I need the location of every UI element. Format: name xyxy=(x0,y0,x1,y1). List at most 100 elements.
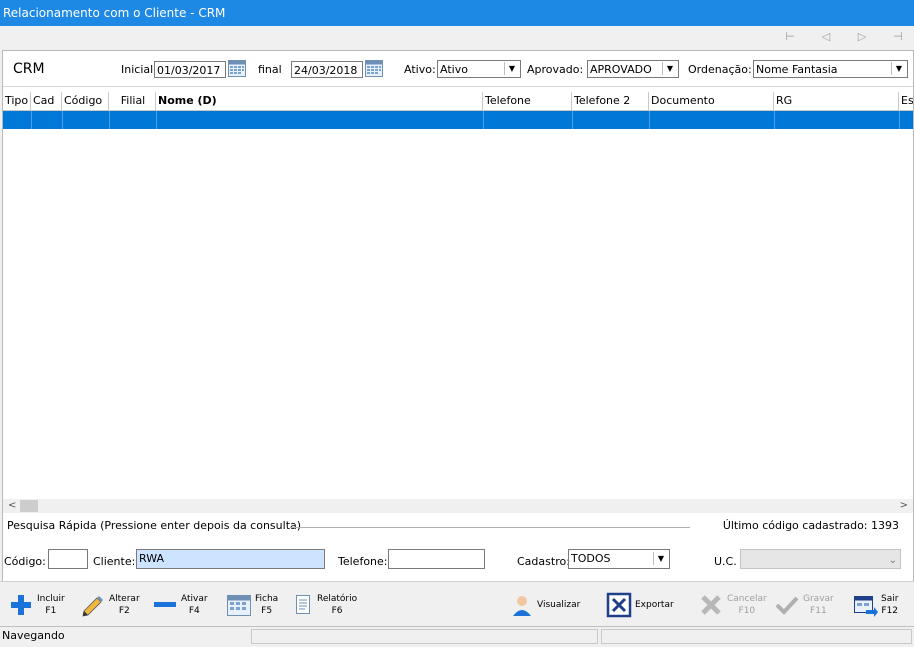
cliente-input[interactable]: RWA xyxy=(136,549,325,569)
column-header-telefone[interactable]: Telefone xyxy=(483,92,572,110)
aprovado-select[interactable]: APROVADO ▼ xyxy=(587,60,679,78)
check-icon xyxy=(774,592,800,618)
chevron-down-icon[interactable]: ⌄ xyxy=(889,552,897,569)
exit-icon xyxy=(852,592,878,618)
gravar-button[interactable]: Gravar F11 xyxy=(774,587,834,623)
cancelar-shortcut: F10 xyxy=(738,606,756,616)
quick-search-title: Pesquisa Rápida (Pressione enter depois … xyxy=(7,519,302,532)
column-header-rg[interactable]: RG xyxy=(774,92,899,110)
aprovado-select-value: APROVADO xyxy=(590,63,652,76)
next-record-icon[interactable]: ▷ xyxy=(854,30,870,44)
visualizar-button[interactable]: Visualizar xyxy=(510,587,580,623)
ativo-select[interactable]: Ativo ▼ xyxy=(437,60,521,78)
status-text: Navegando xyxy=(2,629,65,642)
telefone-label: Telefone: xyxy=(338,555,388,568)
codigo-input[interactable] xyxy=(48,549,88,569)
last-record-icon[interactable]: ⊣ xyxy=(890,30,906,44)
ficha-shortcut: F5 xyxy=(261,606,273,616)
pencil-icon xyxy=(80,592,106,618)
status-bar: Navegando xyxy=(0,626,914,647)
inicial-label: Inicial xyxy=(121,63,154,76)
chevron-down-icon[interactable]: ▼ xyxy=(504,62,519,75)
horizontal-scrollbar[interactable]: < > xyxy=(3,499,913,513)
inicial-date-input[interactable]: 01/03/2017 xyxy=(154,61,226,78)
column-header-documento[interactable]: Documento xyxy=(649,92,774,110)
plus-icon xyxy=(8,592,34,618)
grid-icon xyxy=(226,592,252,618)
column-header-filial[interactable]: Filial xyxy=(109,92,156,110)
ficha-label: Ficha xyxy=(255,594,279,604)
window-titlebar: Relacionamento com o Cliente - CRM xyxy=(0,0,914,26)
crm-panel: CRM Inicial 01/03/2017 final 24/03/2018 … xyxy=(2,50,914,600)
table-row[interactable] xyxy=(3,111,913,129)
column-header-tipo[interactable]: Tipo xyxy=(3,92,31,110)
relatorio-button[interactable]: Relatório F6 xyxy=(294,587,357,623)
cancelar-button[interactable]: Cancelar F10 xyxy=(698,587,767,623)
minus-icon xyxy=(152,592,178,618)
first-record-icon[interactable]: ⊢ xyxy=(782,30,798,44)
grid-header: Tipo Cad Código Filial Nome (D) Telefone… xyxy=(3,92,913,110)
status-panel-3 xyxy=(601,629,912,644)
scroll-right-icon[interactable]: > xyxy=(900,499,908,513)
uc-select[interactable]: ⌄ xyxy=(740,549,901,569)
calendar-icon[interactable] xyxy=(365,60,383,77)
main-window: ⊢ ◁ ▷ ⊣ CRM Inicial 01/03/2017 final 24/… xyxy=(0,26,914,647)
gravar-shortcut: F11 xyxy=(810,606,827,616)
relatorio-shortcut: F6 xyxy=(331,606,343,616)
previous-record-icon[interactable]: ◁ xyxy=(818,30,834,44)
action-toolbar: Incluir F1 Alterar F2 Ativar F4 Ficha F5 Rel… xyxy=(0,581,914,626)
cancelar-label: Cancelar xyxy=(727,594,767,604)
sair-label: Sair xyxy=(881,594,899,604)
ordenacao-select[interactable]: Nome Fantasia ▼ xyxy=(753,60,908,78)
ativo-label: Ativo: xyxy=(404,63,436,76)
calendar-icon[interactable] xyxy=(228,60,246,77)
ativar-shortcut: F4 xyxy=(188,606,200,616)
ativar-button[interactable]: Ativar F4 xyxy=(152,587,208,623)
alterar-label: Alterar xyxy=(109,594,140,604)
telefone-input[interactable] xyxy=(388,549,485,569)
report-icon xyxy=(294,592,314,618)
chevron-down-icon[interactable]: ▼ xyxy=(653,552,668,565)
last-code-text: Último código cadastrado: 1393 xyxy=(722,519,899,532)
divider xyxy=(290,527,690,528)
final-label: final xyxy=(258,63,282,76)
column-header-telefone-2[interactable]: Telefone 2 xyxy=(572,92,649,110)
excel-icon xyxy=(606,592,632,618)
cadastro-label: Cadastro: xyxy=(517,555,570,568)
incluir-shortcut: F1 xyxy=(45,606,57,616)
cadastro-select[interactable]: TODOS ▼ xyxy=(568,549,670,569)
sair-button[interactable]: Sair F12 xyxy=(852,587,898,623)
column-header-cad[interactable]: Cad xyxy=(31,92,62,110)
visualizar-label: Visualizar xyxy=(537,600,581,610)
column-header-codigo[interactable]: Código xyxy=(62,92,109,110)
ficha-button[interactable]: Ficha F5 xyxy=(226,587,278,623)
exportar-button[interactable]: Exportar xyxy=(606,587,674,623)
clients-grid[interactable]: Tipo Cad Código Filial Nome (D) Telefone… xyxy=(3,87,913,497)
status-panel-2 xyxy=(251,629,598,644)
user-icon xyxy=(510,592,534,618)
codigo-label: Código: xyxy=(4,555,46,568)
ativar-label: Ativar xyxy=(181,594,208,604)
column-header-nome[interactable]: Nome (D) xyxy=(156,92,483,110)
aprovado-label: Aprovado: xyxy=(527,63,584,76)
incluir-button[interactable]: Incluir F1 xyxy=(8,587,65,623)
ordenacao-label: Ordenação: xyxy=(688,63,752,76)
ordenacao-select-value: Nome Fantasia xyxy=(756,63,838,76)
final-date-input[interactable]: 24/03/2018 xyxy=(291,61,363,78)
record-navigation: ⊢ ◁ ▷ ⊣ xyxy=(782,30,906,44)
scroll-thumb[interactable] xyxy=(20,500,38,512)
gravar-label: Gravar xyxy=(803,594,834,604)
cadastro-select-value: TODOS xyxy=(571,552,611,565)
sair-shortcut: F12 xyxy=(881,606,899,616)
column-header-es[interactable]: Es xyxy=(899,92,913,110)
cliente-label: Cliente: xyxy=(93,555,136,568)
scroll-left-icon[interactable]: < xyxy=(8,499,16,513)
chevron-down-icon[interactable]: ▼ xyxy=(891,62,906,75)
page-title: CRM xyxy=(13,61,45,77)
incluir-label: Incluir xyxy=(37,594,65,604)
uc-label: U.C. xyxy=(714,555,737,568)
filter-bar: CRM Inicial 01/03/2017 final 24/03/2018 … xyxy=(3,51,913,87)
alterar-shortcut: F2 xyxy=(118,606,130,616)
chevron-down-icon[interactable]: ▼ xyxy=(662,62,677,75)
alterar-button[interactable]: Alterar F2 xyxy=(80,587,140,623)
